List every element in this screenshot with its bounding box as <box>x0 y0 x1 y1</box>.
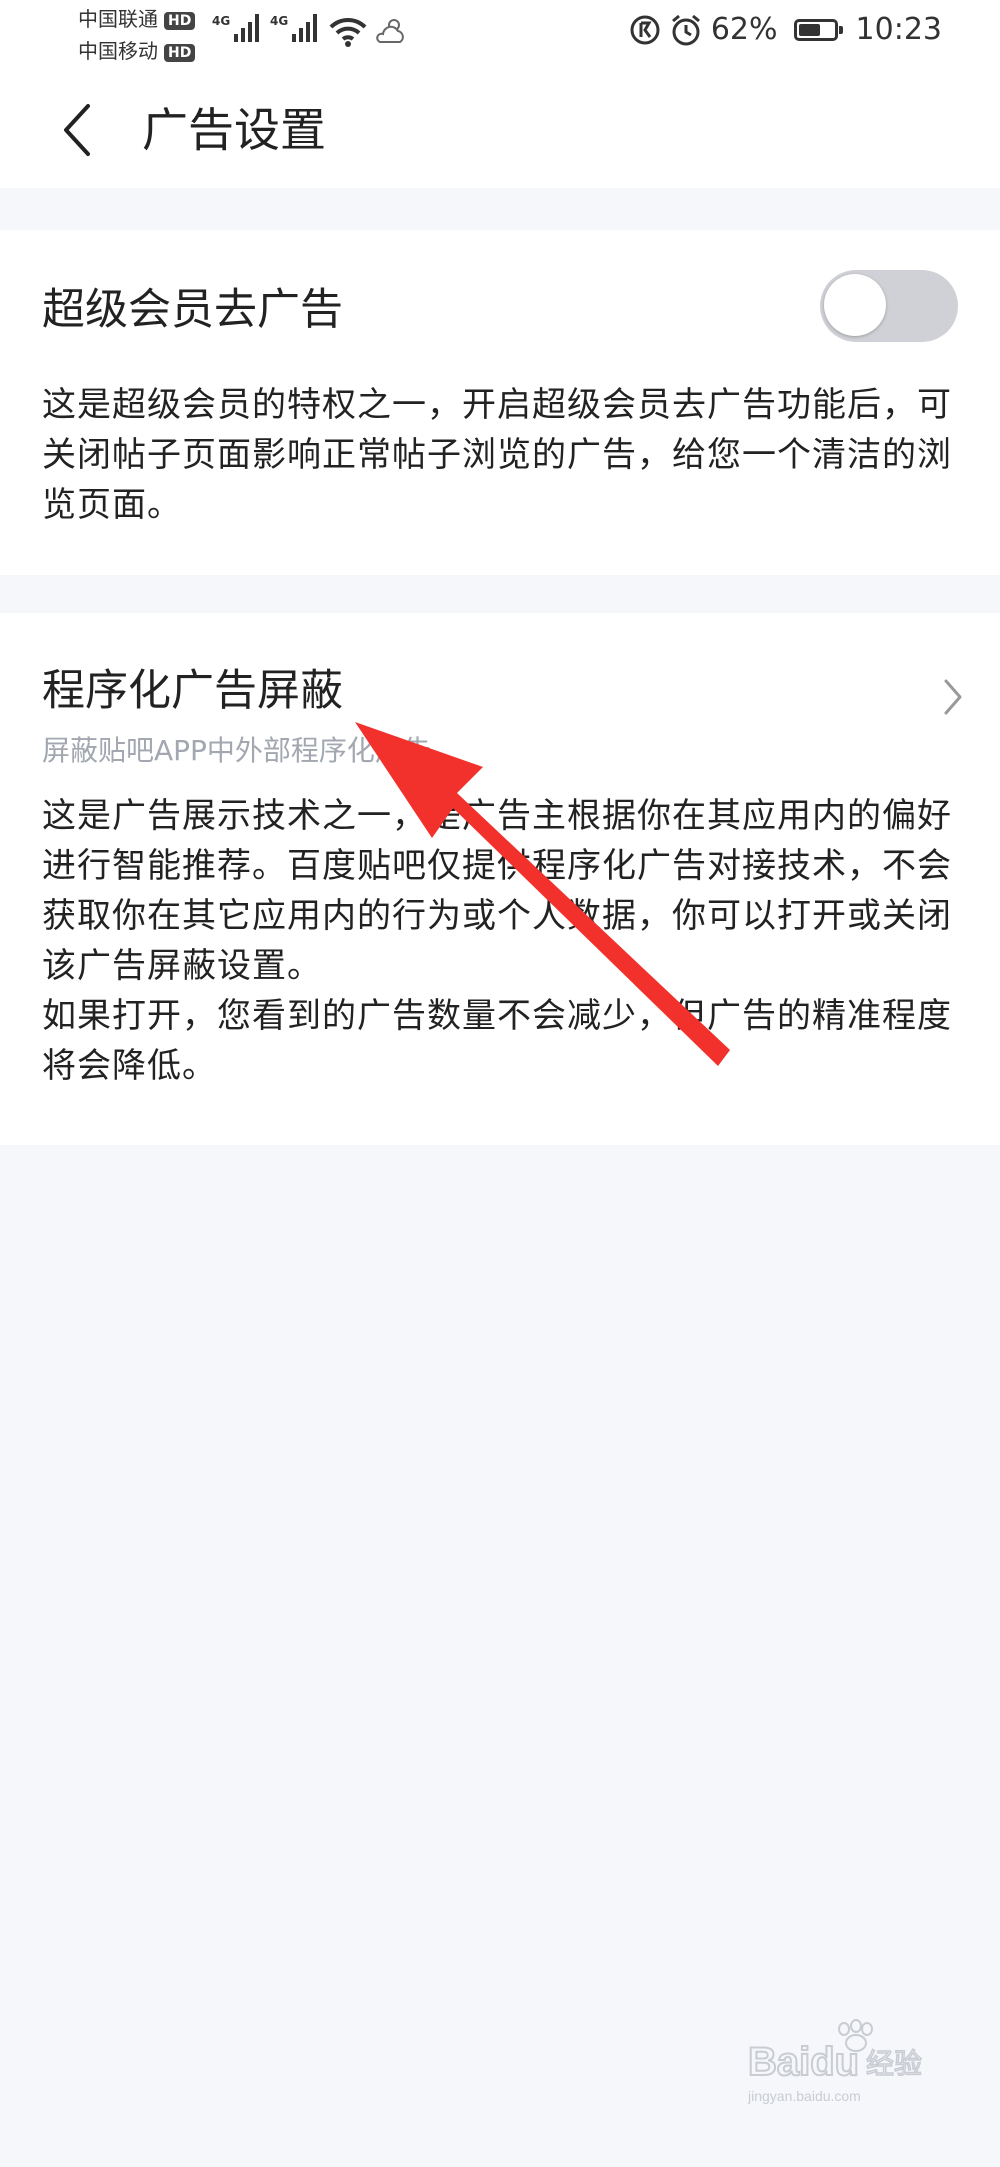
wifi-icon <box>329 17 367 47</box>
programmatic-subtitle: 屏蔽贴吧APP中外部程序化广告 <box>42 734 431 767</box>
super-member-ad-free-card: 超级会员去广告 这是超级会员的特权之一，开启超级会员去广告功能后，可关闭帖子页面… <box>0 230 1000 575</box>
status-icons-right: 62% 10:23 <box>629 12 942 47</box>
network-type-2: 4G <box>270 14 289 28</box>
battery-fill <box>798 23 820 36</box>
chevron-right-icon[interactable] <box>938 675 968 719</box>
data-saver-icon <box>630 15 660 44</box>
signal-icon: 4G <box>270 14 320 42</box>
programmatic-title: 程序化广告屏蔽 <box>42 666 343 716</box>
carrier-2-name: 中国移动 <box>78 39 158 63</box>
signal-icon: 4G <box>212 14 262 42</box>
programmatic-description-p1: 这是广告展示技术之一，是广告主根据你在其应用内的偏好进行智能推荐。百度贴吧仅提供… <box>42 796 952 986</box>
watermark-url: jingyan.baidu.com <box>748 2088 861 2104</box>
programmatic-ad-block-card: 程序化广告屏蔽 屏蔽贴吧APP中外部程序化广告 这是广告展示技术之一，是广告主根… <box>0 613 1000 1145</box>
watermark-jingyan: 经验 <box>866 2047 922 2080</box>
hd-badge-1: HD <box>164 11 196 30</box>
programmatic-description: 这是广告展示技术之一，是广告主根据你在其应用内的偏好进行智能推荐。百度贴吧仅提供… <box>42 791 972 1091</box>
super-member-description: 这是超级会员的特权之一，开启超级会员去广告功能后，可关闭帖子页面影响正常帖子浏览… <box>42 385 952 525</box>
battery-icon <box>793 18 843 41</box>
weather-icon <box>376 19 404 43</box>
network-type-1: 4G <box>212 14 231 28</box>
programmatic-description-p2: 如果打开，您看到的广告数量不会减少，但广告的精准程度将会降低。 <box>42 996 952 1086</box>
super-member-toggle[interactable] <box>820 270 958 342</box>
chevron-left-icon[interactable] <box>58 100 98 160</box>
toggle-knob <box>824 274 886 336</box>
alarm-icon <box>671 14 700 45</box>
baidu-watermark-logo: Baidu 经验 jingyan.baidu.com <box>748 2019 923 2104</box>
hd-badge-2: HD <box>164 43 196 62</box>
clock: 10:23 <box>855 12 942 47</box>
watermark-brand: Baidu <box>748 2040 859 2084</box>
carrier-1: 中国联通 HD <box>78 7 196 31</box>
carrier-2: 中国移动 HD <box>78 39 196 63</box>
header: 广告设置 <box>0 70 1000 188</box>
page-title: 广告设置 <box>142 103 326 157</box>
status-bar: 中国联通 HD 中国移动 HD 4G 4G 62% 10:23 <box>0 0 1000 70</box>
battery-percent: 62% <box>710 12 778 47</box>
super-member-title: 超级会员去广告 <box>42 285 343 335</box>
carrier-1-name: 中国联通 <box>78 7 158 31</box>
